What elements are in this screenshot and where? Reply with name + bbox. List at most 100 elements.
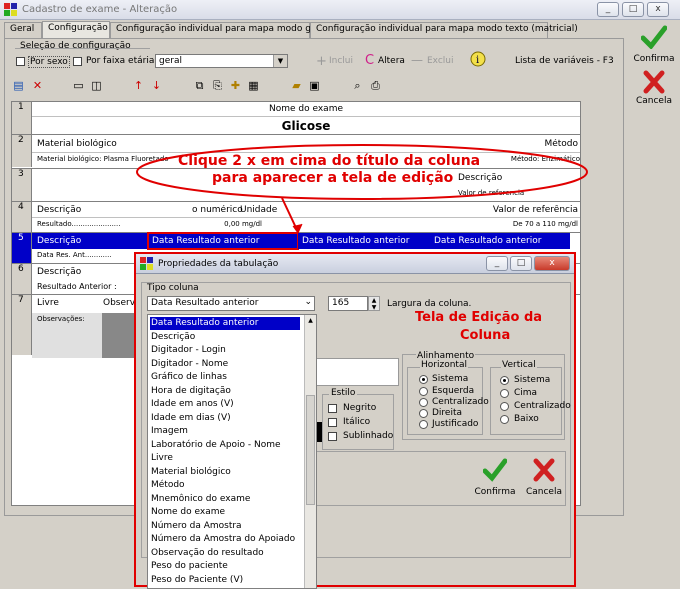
observ-cell[interactable]: Observ: [103, 298, 135, 308]
por-faixa-checkbox[interactable]: [73, 57, 82, 66]
grid-delete-icon[interactable]: ✕: [30, 79, 45, 92]
list-item[interactable]: Data Resultado anterior: [149, 316, 301, 331]
chevron-down-icon[interactable]: ⌄: [304, 297, 312, 307]
tab-config-texto[interactable]: Configuração individual para mapa modo t…: [310, 22, 578, 38]
save-icon[interactable]: ▣: [307, 79, 322, 92]
alterar-button[interactable]: Altera: [378, 56, 405, 66]
rows-icon[interactable]: ▭: [71, 79, 86, 92]
list-item[interactable]: Livre: [150, 452, 300, 465]
h-direita-radio[interactable]: [419, 409, 428, 418]
cancel-x-icon[interactable]: [643, 70, 665, 94]
scroll-up-icon[interactable]: ▲: [306, 317, 315, 326]
open-folder-icon[interactable]: ▰: [289, 79, 304, 92]
material-header[interactable]: Material biológico: [37, 139, 117, 149]
list-item[interactable]: Laboratório de Apoio - Nome: [150, 439, 300, 452]
nome-exame-header[interactable]: Nome do exame: [32, 104, 580, 114]
confirma-button[interactable]: Confirma: [632, 54, 676, 64]
largura-input[interactable]: 165: [328, 296, 368, 311]
list-item[interactable]: Número da Amostra do Apoiado: [150, 533, 300, 546]
list-item[interactable]: Peso do Paciente (V): [150, 574, 300, 587]
zoom-icon[interactable]: ⌕: [350, 79, 365, 92]
v-cima-radio[interactable]: [500, 389, 509, 398]
format-icon[interactable]: ▦: [246, 79, 261, 92]
paste-icon[interactable]: ⎘: [210, 79, 225, 92]
app-icon: [4, 3, 17, 16]
info-icon[interactable]: i: [470, 51, 486, 67]
horizontal-title: Horizontal: [420, 360, 468, 370]
list-item[interactable]: Nome do exame: [150, 506, 300, 519]
dialog-check-icon[interactable]: [483, 458, 507, 482]
dialog-minimize-button[interactable]: _: [486, 256, 508, 271]
v-centralizado-radio[interactable]: [500, 402, 509, 411]
dialog-buttons-frame: [316, 451, 566, 506]
list-item[interactable]: Método: [150, 479, 300, 492]
print-icon[interactable]: ⎙: [368, 79, 383, 92]
dialog-maximize-button[interactable]: □: [510, 256, 532, 271]
list-item[interactable]: Digitador - Login: [150, 344, 300, 357]
maximize-button[interactable]: □: [622, 2, 644, 17]
list-item[interactable]: Mnemônico do exame: [150, 493, 300, 506]
list-scrollbar[interactable]: ▲: [304, 315, 316, 588]
largura-value: 165: [332, 298, 350, 308]
list-item[interactable]: Descrição: [150, 331, 300, 344]
row-number: 6: [12, 264, 32, 294]
tipo-coluna-dropdown-list[interactable]: ▲ Data Resultado anterior Descrição Digita…: [147, 314, 317, 589]
v-sistema-radio[interactable]: [500, 376, 509, 385]
h-esquerda-radio[interactable]: [419, 387, 428, 396]
list-item[interactable]: Imagem: [150, 425, 300, 438]
grid-row-1[interactable]: 1 Nome do exame Glicose: [12, 102, 580, 134]
h-sistema-radio[interactable]: [419, 375, 428, 384]
list-item[interactable]: Peso do paciente: [150, 560, 300, 573]
list-item[interactable]: Hora de digitação: [150, 385, 300, 398]
descricao-col-header[interactable]: Descrição: [37, 205, 81, 215]
dialog-cancela-button[interactable]: Cancela: [522, 487, 566, 497]
columns-icon[interactable]: ◫: [89, 79, 104, 92]
livre-cell[interactable]: Livre: [37, 298, 59, 308]
negrito-checkbox[interactable]: [328, 404, 337, 413]
h-justificado-radio[interactable]: [419, 420, 428, 429]
list-item[interactable]: Material biológico: [150, 466, 300, 479]
scroll-thumb[interactable]: [306, 395, 315, 505]
largura-spinner[interactable]: ▲ ▼: [368, 296, 380, 311]
list-item[interactable]: Digitador - Nome: [150, 358, 300, 371]
close-button[interactable]: x: [647, 2, 669, 17]
svg-text:i: i: [476, 55, 479, 66]
list-item[interactable]: Observação do resultado: [150, 547, 300, 560]
list-item[interactable]: Gráfico de linhas: [150, 371, 300, 384]
estilo-title: Estilo: [329, 388, 358, 398]
dialog-confirma-button[interactable]: Confirma: [473, 487, 517, 497]
v-baixo-radio[interactable]: [500, 415, 509, 424]
callout-line-1: Clique 2 x em cima do título da coluna: [178, 153, 481, 169]
h-centralizado-radio[interactable]: [419, 398, 428, 407]
check-icon[interactable]: [641, 25, 667, 49]
dialog-cancel-x-icon[interactable]: [533, 458, 555, 482]
excluir-button[interactable]: Exclui: [427, 56, 454, 66]
row-number: 3: [12, 169, 32, 201]
chevron-down-icon[interactable]: ▼: [273, 55, 287, 67]
list-item[interactable]: Número da Amostra: [150, 520, 300, 533]
vertical-title: Vertical: [501, 360, 537, 370]
tab-configuracao[interactable]: Configuração: [42, 21, 110, 39]
new-item-icon[interactable]: ✚: [228, 79, 243, 92]
tab-geral[interactable]: Geral: [4, 22, 42, 38]
selection-title: Seleção de configuração: [20, 41, 131, 51]
grid-add-icon[interactable]: ▤: [11, 79, 26, 92]
italico-checkbox[interactable]: [328, 418, 337, 427]
list-item[interactable]: Idade em dias (V): [150, 412, 300, 425]
tipo-coluna-combo[interactable]: Data Resultado anterior ⌄: [147, 296, 315, 311]
v-sistema-label: Sistema: [514, 375, 551, 385]
config-combo[interactable]: geral ▼: [155, 54, 288, 68]
cancela-button[interactable]: Cancela: [632, 96, 676, 106]
copy-icon[interactable]: ⧉: [192, 79, 207, 92]
descricao-row6[interactable]: Descrição: [37, 267, 81, 277]
dialog-close-button[interactable]: x: [534, 256, 570, 271]
por-sexo-checkbox[interactable]: [16, 57, 25, 66]
incluir-button[interactable]: Inclui: [329, 56, 353, 66]
tab-config-grafico[interactable]: Configuração individual para mapa modo g…: [110, 22, 336, 38]
arrow-up-icon[interactable]: ↑: [131, 79, 146, 92]
config-combo-value: geral: [159, 56, 182, 66]
list-item[interactable]: Idade em anos (V): [150, 398, 300, 411]
arrow-down-icon[interactable]: ↓: [149, 79, 164, 92]
sublinhado-checkbox[interactable]: [328, 432, 337, 441]
minimize-button[interactable]: _: [597, 2, 619, 17]
